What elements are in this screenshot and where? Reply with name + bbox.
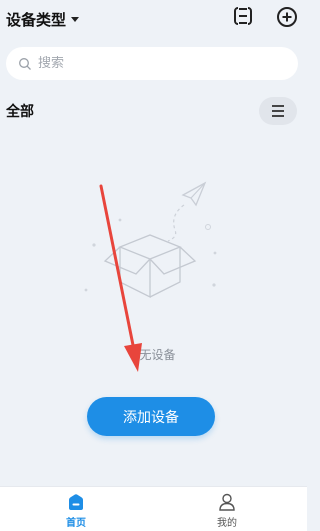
plus-circle-icon [277, 7, 297, 27]
search-input[interactable] [38, 56, 278, 71]
home-icon [69, 494, 83, 510]
tab-mine-label: 我的 [217, 518, 237, 529]
scan-icon [234, 6, 252, 26]
scan-button[interactable] [232, 5, 254, 27]
filter-menu-button[interactable] [259, 97, 297, 125]
app-screen: 设备类型 全部 [0, 0, 307, 531]
tab-mine[interactable]: 我的 [197, 492, 257, 529]
user-icon [219, 493, 235, 511]
header: 设备类型 [0, 0, 307, 40]
tab-home[interactable]: 首页 [46, 492, 106, 529]
list-menu-icon [272, 105, 284, 117]
search-icon [19, 57, 31, 70]
section-title: 全部 [6, 104, 34, 120]
add-button[interactable] [275, 5, 299, 29]
add-device-label: 添加设备 [123, 409, 179, 426]
caret-down-icon [71, 16, 80, 22]
header-title: 设备类型 [6, 10, 67, 29]
empty-box-illustration [84, 181, 217, 299]
device-type-dropdown[interactable]: 设备类型 [6, 8, 80, 30]
add-device-button[interactable]: 添加设备 [87, 397, 215, 436]
search-bar[interactable] [6, 47, 298, 80]
tab-home-label: 首页 [66, 518, 86, 529]
empty-state-text: 无设备 [139, 348, 176, 362]
bottom-tab-bar: 首页 我的 [0, 486, 307, 531]
